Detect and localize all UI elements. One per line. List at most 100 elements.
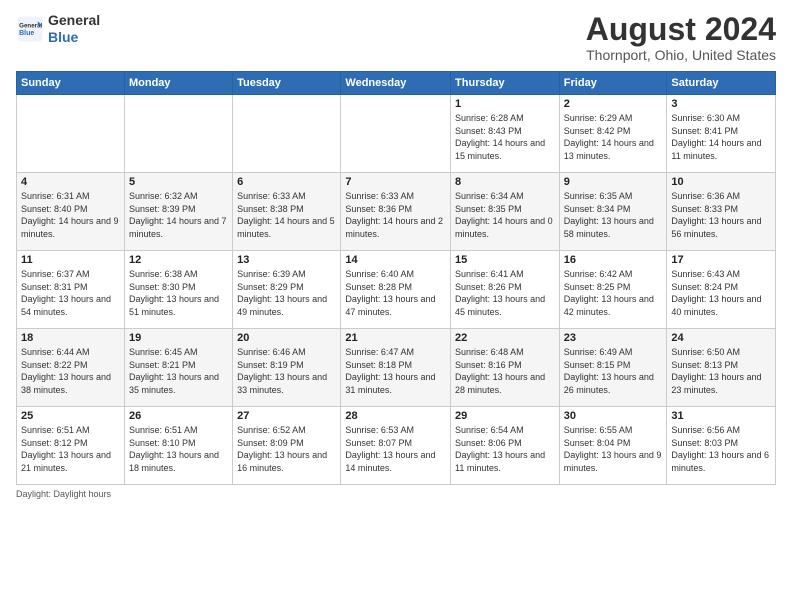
day-number: 22 — [455, 332, 555, 344]
day-info: Sunrise: 6:28 AMSunset: 8:43 PMDaylight:… — [455, 112, 555, 162]
col-sunday: Sunday — [17, 72, 125, 95]
table-row: 14Sunrise: 6:40 AMSunset: 8:28 PMDayligh… — [341, 251, 451, 329]
logo: General Blue General Blue — [16, 12, 100, 46]
table-row: 20Sunrise: 6:46 AMSunset: 8:19 PMDayligh… — [233, 329, 341, 407]
day-info: Sunrise: 6:55 AMSunset: 8:04 PMDaylight:… — [564, 424, 663, 474]
day-number: 21 — [345, 332, 446, 344]
day-number: 7 — [345, 176, 446, 188]
day-number: 3 — [671, 98, 771, 110]
day-info: Sunrise: 6:45 AMSunset: 8:21 PMDaylight:… — [129, 346, 228, 396]
day-number: 2 — [564, 98, 663, 110]
table-row: 24Sunrise: 6:50 AMSunset: 8:13 PMDayligh… — [667, 329, 776, 407]
day-info: Sunrise: 6:51 AMSunset: 8:12 PMDaylight:… — [21, 424, 120, 474]
calendar-week-row: 18 Sunrise: 6:44 AMSunset: 8:22 PMDayligh… — [17, 329, 776, 407]
day-info: Sunrise: 6:33 AMSunset: 8:36 PMDaylight:… — [345, 190, 446, 240]
day-info: Sunrise: 6:31 AMSunset: 8:40 PMDaylight:… — [21, 190, 120, 240]
col-wednesday: Wednesday — [341, 72, 451, 95]
location: Thornport, Ohio, United States — [586, 47, 776, 63]
col-tuesday: Tuesday — [233, 72, 341, 95]
table-row — [233, 95, 341, 173]
daylight-footer: Daylight: Daylight hours — [16, 489, 776, 499]
day-info: Sunrise: 6:43 AMSunset: 8:24 PMDaylight:… — [671, 268, 771, 318]
day-info: Sunrise: 6:52 AMSunset: 8:09 PMDaylight:… — [237, 424, 336, 474]
day-number: 17 — [671, 254, 771, 266]
daylight-label: Daylight: — [16, 489, 51, 499]
day-info: Sunrise: 6:29 AMSunset: 8:42 PMDaylight:… — [564, 112, 663, 162]
day-number: 1 — [455, 98, 555, 110]
day-number: 16 — [564, 254, 663, 266]
col-monday: Monday — [124, 72, 232, 95]
col-friday: Friday — [559, 72, 667, 95]
day-number: 26 — [129, 410, 228, 422]
day-number: 28 — [345, 410, 446, 422]
day-number: 11 — [21, 254, 120, 266]
day-info: Sunrise: 6:33 AMSunset: 8:38 PMDaylight:… — [237, 190, 336, 240]
table-row — [341, 95, 451, 173]
day-info: Sunrise: 6:44 AMSunset: 8:22 PMDaylight:… — [21, 346, 120, 396]
table-row: 13 Sunrise: 6:39 AMSunset: 8:29 PMDayligh… — [233, 251, 341, 329]
table-row: 23 Sunrise: 6:49 AMSunset: 8:15 PMDayligh… — [559, 329, 667, 407]
day-info: Sunrise: 6:32 AMSunset: 8:39 PMDaylight:… — [129, 190, 228, 240]
day-number: 12 — [129, 254, 228, 266]
table-row: 31 Sunrise: 6:56 AMSunset: 8:03 PMDayligh… — [667, 407, 776, 485]
day-number: 10 — [671, 176, 771, 188]
table-row: 12 Sunrise: 6:38 AMSunset: 8:30 PMDayligh… — [124, 251, 232, 329]
day-info: Sunrise: 6:39 AMSunset: 8:29 PMDaylight:… — [237, 268, 336, 318]
day-number: 23 — [564, 332, 663, 344]
day-number: 30 — [564, 410, 663, 422]
day-info: Sunrise: 6:56 AMSunset: 8:03 PMDaylight:… — [671, 424, 771, 474]
day-info: Sunrise: 6:42 AMSunset: 8:25 PMDaylight:… — [564, 268, 663, 318]
day-info: Sunrise: 6:41 AMSunset: 8:26 PMDaylight:… — [455, 268, 555, 318]
calendar-week-row: 11 Sunrise: 6:37 AMSunset: 8:31 PMDayligh… — [17, 251, 776, 329]
day-number: 13 — [237, 254, 336, 266]
header: General Blue General Blue August 2024 Th… — [16, 12, 776, 63]
table-row: 27 Sunrise: 6:52 AMSunset: 8:09 PMDayligh… — [233, 407, 341, 485]
day-info: Sunrise: 6:53 AMSunset: 8:07 PMDaylight:… — [345, 424, 446, 474]
table-row: 28 Sunrise: 6:53 AMSunset: 8:07 PMDayligh… — [341, 407, 451, 485]
table-row: 3 Sunrise: 6:30 AMSunset: 8:41 PMDaylight… — [667, 95, 776, 173]
logo-icon: General Blue — [16, 15, 44, 43]
day-info: Sunrise: 6:46 AMSunset: 8:19 PMDaylight:… — [237, 346, 336, 396]
table-row: 1 Sunrise: 6:28 AMSunset: 8:43 PMDaylight… — [451, 95, 560, 173]
day-number: 31 — [671, 410, 771, 422]
calendar-week-row: 1 Sunrise: 6:28 AMSunset: 8:43 PMDaylight… — [17, 95, 776, 173]
col-saturday: Saturday — [667, 72, 776, 95]
daylight-hours-label: Daylight hours — [54, 489, 112, 499]
day-number: 24 — [671, 332, 771, 344]
table-row: 8Sunrise: 6:34 AMSunset: 8:35 PMDaylight… — [451, 173, 560, 251]
logo-text: General Blue — [48, 12, 100, 46]
calendar-header-row: Sunday Monday Tuesday Wednesday Thursday… — [17, 72, 776, 95]
table-row: 25Sunrise: 6:51 AMSunset: 8:12 PMDayligh… — [17, 407, 125, 485]
day-info: Sunrise: 6:37 AMSunset: 8:31 PMDaylight:… — [21, 268, 120, 318]
table-row: 2 Sunrise: 6:29 AMSunset: 8:42 PMDaylight… — [559, 95, 667, 173]
day-number: 9 — [564, 176, 663, 188]
day-info: Sunrise: 6:30 AMSunset: 8:41 PMDaylight:… — [671, 112, 771, 162]
table-row: 19 Sunrise: 6:45 AMSunset: 8:21 PMDayligh… — [124, 329, 232, 407]
day-info: Sunrise: 6:48 AMSunset: 8:16 PMDaylight:… — [455, 346, 555, 396]
day-number: 19 — [129, 332, 228, 344]
table-row: 29Sunrise: 6:54 AMSunset: 8:06 PMDayligh… — [451, 407, 560, 485]
day-number: 29 — [455, 410, 555, 422]
day-info: Sunrise: 6:49 AMSunset: 8:15 PMDaylight:… — [564, 346, 663, 396]
day-info: Sunrise: 6:47 AMSunset: 8:18 PMDaylight:… — [345, 346, 446, 396]
calendar-week-row: 4Sunrise: 6:31 AMSunset: 8:40 PMDaylight… — [17, 173, 776, 251]
day-info: Sunrise: 6:35 AMSunset: 8:34 PMDaylight:… — [564, 190, 663, 240]
logo-general: General — [48, 12, 100, 29]
day-number: 27 — [237, 410, 336, 422]
day-number: 15 — [455, 254, 555, 266]
day-number: 18 — [21, 332, 120, 344]
col-thursday: Thursday — [451, 72, 560, 95]
table-row — [124, 95, 232, 173]
table-row: 30 Sunrise: 6:55 AMSunset: 8:04 PMDayligh… — [559, 407, 667, 485]
title-block: August 2024 Thornport, Ohio, United Stat… — [586, 12, 776, 63]
table-row: 26Sunrise: 6:51 AMSunset: 8:10 PMDayligh… — [124, 407, 232, 485]
calendar-table: Sunday Monday Tuesday Wednesday Thursday… — [16, 71, 776, 485]
table-row: 10Sunrise: 6:36 AMSunset: 8:33 PMDayligh… — [667, 173, 776, 251]
table-row: 6Sunrise: 6:33 AMSunset: 8:38 PMDaylight… — [233, 173, 341, 251]
table-row: 9 Sunrise: 6:35 AMSunset: 8:34 PMDaylight… — [559, 173, 667, 251]
table-row: 16 Sunrise: 6:42 AMSunset: 8:25 PMDayligh… — [559, 251, 667, 329]
calendar-week-row: 25Sunrise: 6:51 AMSunset: 8:12 PMDayligh… — [17, 407, 776, 485]
table-row: 11 Sunrise: 6:37 AMSunset: 8:31 PMDayligh… — [17, 251, 125, 329]
table-row: 21 Sunrise: 6:47 AMSunset: 8:18 PMDayligh… — [341, 329, 451, 407]
day-info: Sunrise: 6:38 AMSunset: 8:30 PMDaylight:… — [129, 268, 228, 318]
